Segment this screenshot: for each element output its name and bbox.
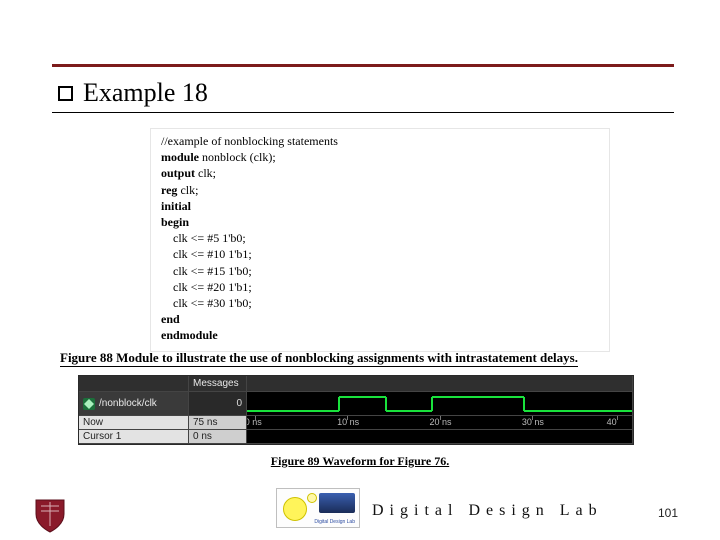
heading-text: Example 18 — [83, 78, 208, 108]
bullet-box-icon — [58, 86, 73, 101]
time-axis: 0 ns10 ns20 ns30 ns40 — [247, 416, 633, 430]
now-label-cell: Now — [79, 416, 189, 430]
shield-logo-icon — [34, 498, 66, 534]
cursor-axis — [247, 430, 633, 444]
signal-diamond-icon — [83, 398, 95, 410]
slide-footer: Digital Design Lab Digital Design Lab 10… — [0, 486, 720, 540]
lab-logo-caption: Digital Design Lab — [314, 519, 355, 525]
cursor-value-cell: 0 ns — [189, 430, 247, 444]
figure-88-caption: Figure 88 Module to illustrate the use o… — [60, 350, 672, 366]
heading: Example 18 — [58, 78, 208, 108]
waveform-viewer: Messages /nonblock/clk 0 Now 75 ns 0 ns1… — [78, 375, 634, 445]
signal-row-name[interactable]: /nonblock/clk — [79, 392, 189, 416]
wave-header-blank — [79, 376, 189, 392]
wave-header-messages: Messages — [189, 376, 247, 392]
figure-89-caption: Figure 89 Waveform for Figure 76. — [0, 454, 720, 469]
lab-title: Digital Design Lab — [372, 502, 603, 520]
cursor-label-cell: Cursor 1 — [79, 430, 189, 444]
waveform-panel[interactable] — [247, 392, 633, 416]
lab-logo: Digital Design Lab — [276, 488, 360, 528]
now-value-cell: 75 ns — [189, 416, 247, 430]
signal-name-text: /nonblock/clk — [99, 398, 157, 409]
wave-header-right — [247, 376, 633, 392]
code-block: //example of nonblocking statementsmodul… — [150, 128, 610, 352]
page-number: 101 — [658, 506, 678, 520]
signal-row-value: 0 — [189, 392, 247, 416]
